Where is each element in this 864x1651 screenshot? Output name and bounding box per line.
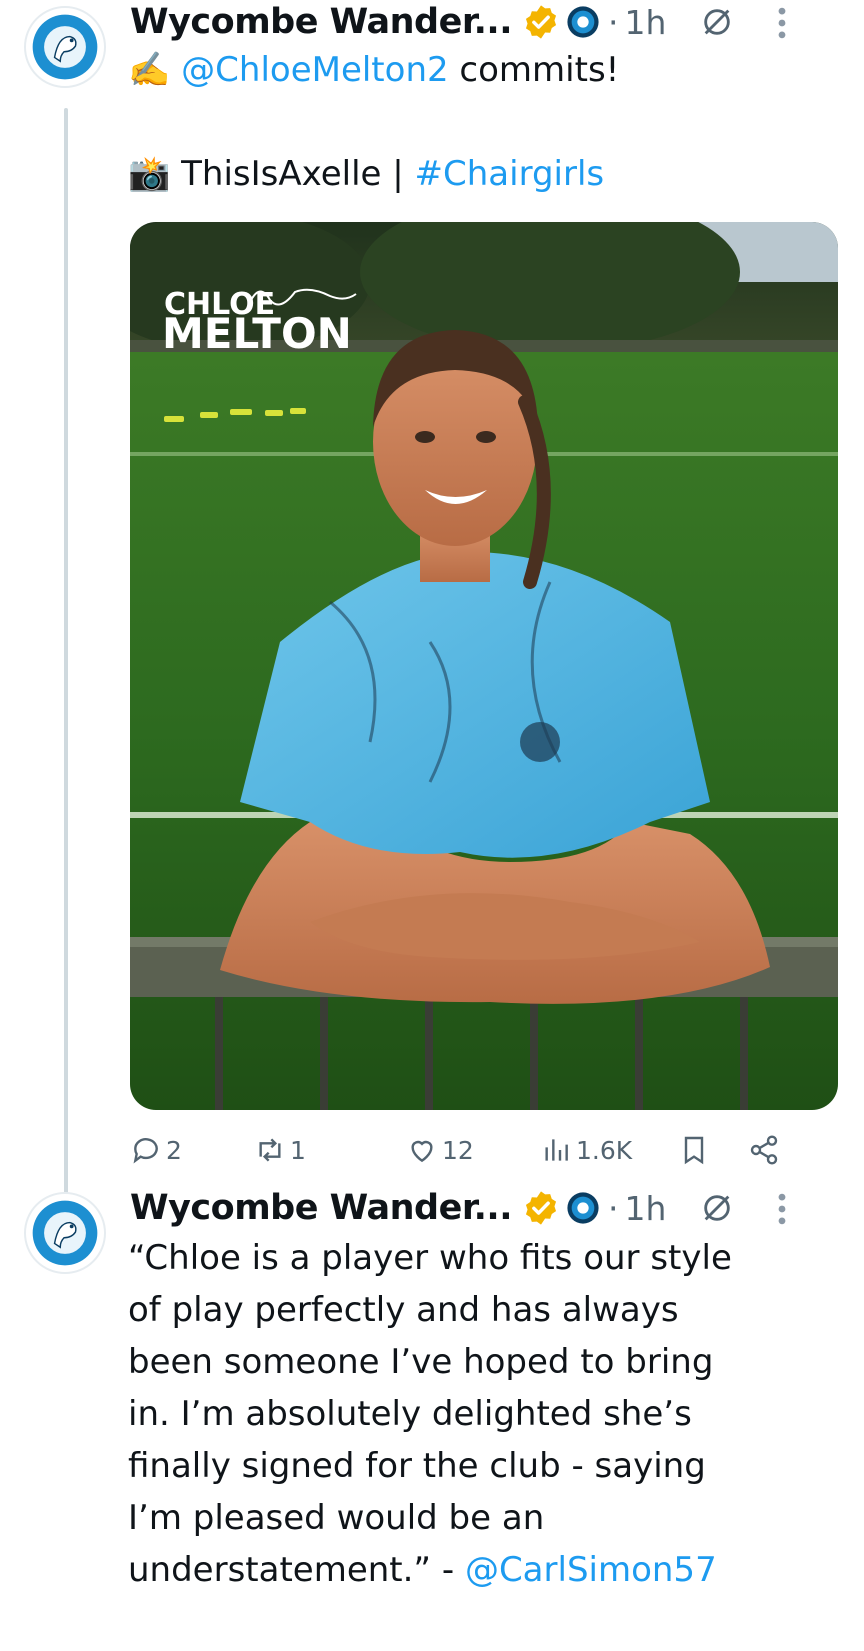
separator-dot: · <box>608 2 619 42</box>
tweet-photo[interactable]: CHLOE MELTON <box>130 222 838 1110</box>
tweet-header: Wycombe Wander... · 1h <box>130 0 666 44</box>
body-line: finally signed for the club - saying <box>128 1446 706 1486</box>
tweet-action-bar: 2 1 12 1.6K <box>130 1128 838 1172</box>
writing-hand-emoji: ✍️ <box>128 50 171 90</box>
affiliate-badge-icon[interactable] <box>566 1191 600 1225</box>
repost-button[interactable]: 1 <box>254 1128 306 1172</box>
views-button[interactable]: 1.6K <box>540 1128 632 1172</box>
author-name[interactable]: Wycombe Wander... <box>130 1188 513 1228</box>
body-line: been someone I’ve hoped to bring <box>128 1342 714 1382</box>
avatar[interactable] <box>24 6 106 88</box>
body-line: in. I’m absolutely delighted she’s <box>128 1394 692 1434</box>
bookmark-button[interactable] <box>678 1128 714 1172</box>
player-photo-illustration: CHLOE MELTON <box>130 222 838 1110</box>
grok-icon[interactable] <box>700 1191 734 1225</box>
club-logo-icon <box>27 9 103 85</box>
camera-flash-emoji: 📸 <box>128 154 171 194</box>
author-name[interactable]: Wycombe Wander... <box>130 2 513 42</box>
body-text: commits! <box>448 50 620 90</box>
reply-count: 2 <box>166 1135 182 1165</box>
timestamp[interactable]: 1h <box>625 3 667 42</box>
body-line: “Chloe is a player who fits our style <box>128 1238 732 1278</box>
views-count: 1.6K <box>576 1135 633 1165</box>
tweet-body: “Chloe is a player who fits our style of… <box>128 1232 838 1596</box>
tweet-body-line-2: 📸 ThisIsAxelle | #Chairgirls <box>128 148 604 200</box>
thread-connector-line <box>64 108 68 1210</box>
more-icon[interactable] <box>776 1192 788 1226</box>
avatar[interactable] <box>24 1192 106 1274</box>
bookmark-icon <box>684 1136 704 1165</box>
mention-link[interactable]: @CarlSimon57 <box>465 1550 717 1590</box>
photo-credit: ThisIsAxelle | <box>170 154 415 194</box>
body-line: I’m pleased would be an <box>128 1498 545 1538</box>
reply-button[interactable]: 2 <box>130 1128 182 1172</box>
views-icon <box>545 1139 568 1161</box>
hashtag-link[interactable]: #Chairgirls <box>415 154 605 194</box>
body-text: understatement.” - <box>128 1550 465 1590</box>
verified-badge-icon <box>525 5 557 39</box>
share-button[interactable] <box>748 1128 784 1172</box>
mention-link[interactable]: @ChloeMelton2 <box>181 50 448 90</box>
timestamp[interactable]: 1h <box>625 1189 667 1228</box>
tweet-header: Wycombe Wander... · 1h <box>130 1186 666 1230</box>
verified-badge-icon <box>525 1191 557 1225</box>
repost-icon <box>259 1138 281 1162</box>
more-icon[interactable] <box>776 6 788 40</box>
tweet-body-line-1: ✍️ @ChloeMelton2 commits! <box>128 44 619 96</box>
share-icon <box>750 1135 778 1165</box>
like-icon <box>411 1140 433 1163</box>
body-line-last: understatement.” - @CarlSimon57 <box>128 1544 838 1596</box>
body-line: of play perfectly and has always <box>128 1290 679 1330</box>
like-button[interactable]: 12 <box>406 1128 474 1172</box>
photo-overlay-last-name: MELTON <box>162 309 352 358</box>
affiliate-badge-icon[interactable] <box>566 5 600 39</box>
separator-dot: · <box>608 1188 619 1228</box>
repost-count: 1 <box>290 1135 306 1165</box>
reply-icon <box>133 1138 158 1164</box>
grok-icon[interactable] <box>700 5 734 39</box>
club-logo-icon <box>27 1195 103 1271</box>
like-count: 12 <box>442 1135 474 1165</box>
